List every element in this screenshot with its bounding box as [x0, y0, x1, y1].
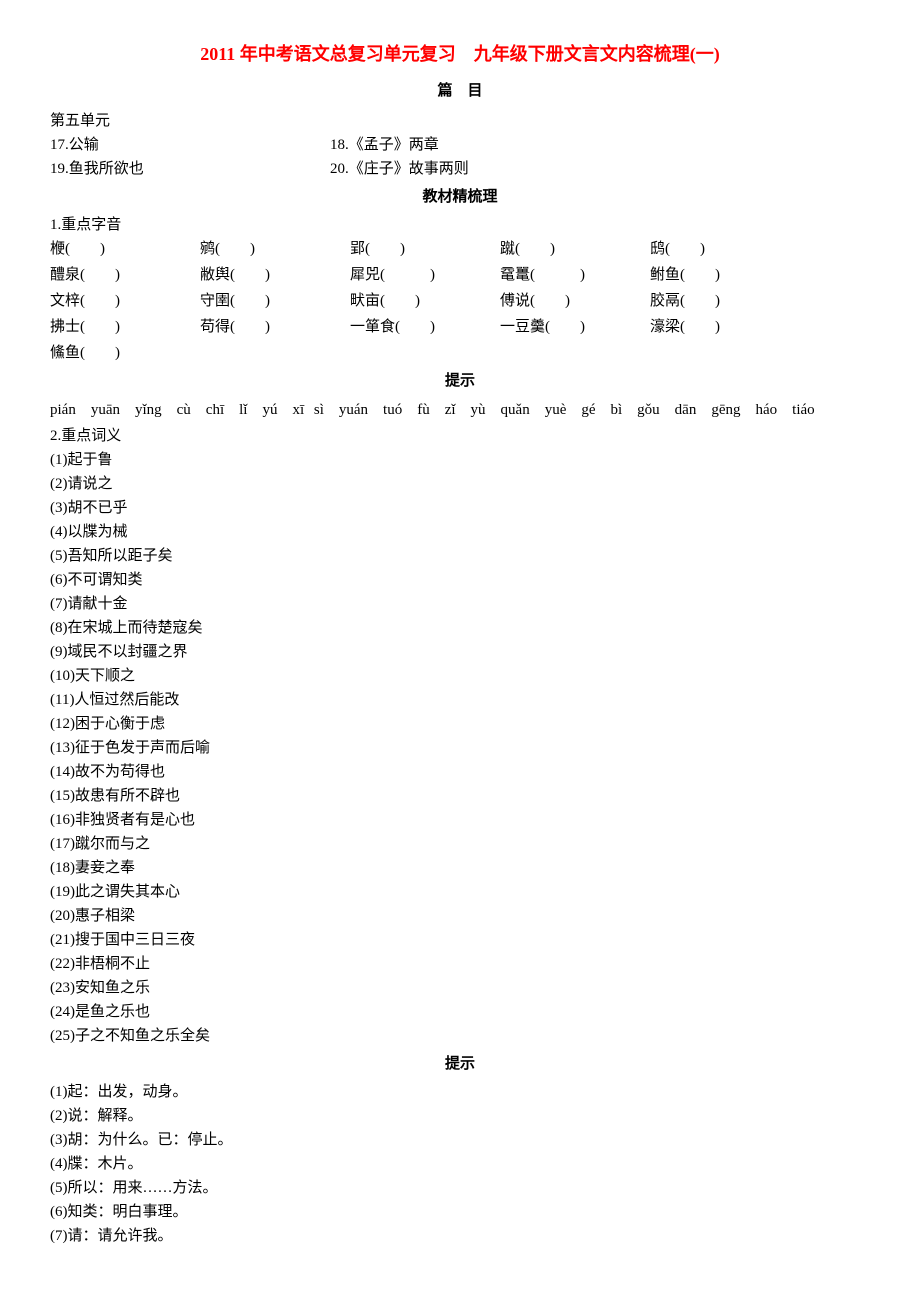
list-item: (6)知类：明白事理。 [50, 1200, 870, 1224]
phon-cell: 犀兕( ) [350, 263, 500, 287]
phon-cell: 一箪食( ) [350, 315, 500, 339]
phonetics-table: 楩( ) 鹓( ) 郢( ) 蹴( ) 鸱( ) 醴泉( ) 敝舆( ) 犀兕(… [50, 237, 870, 365]
phon-cell [500, 341, 650, 365]
list-item: (24)是鱼之乐也 [50, 1000, 870, 1024]
list-item: (3)胡不已乎 [50, 496, 870, 520]
list-item: (13)征于色发于声而后喻 [50, 736, 870, 760]
phon-cell: 鹓( ) [200, 237, 350, 261]
catalog-heading: 篇 目 [50, 79, 870, 103]
phon-cell: 鲋鱼( ) [650, 263, 800, 287]
phon-cell: 畎亩( ) [350, 289, 500, 313]
list-item: (3)胡：为什么。已：停止。 [50, 1128, 870, 1152]
list-item: (1)起于鲁 [50, 448, 870, 472]
phon-cell: 鼋鼍( ) [500, 263, 650, 287]
phon-cell: 鯈鱼( ) [50, 341, 200, 365]
list-item: (4)牒：木片。 [50, 1152, 870, 1176]
list-item: (4)以牒为械 [50, 520, 870, 544]
list-item: (12)困于心衡于虑 [50, 712, 870, 736]
list-item: (5)吾知所以距子矣 [50, 544, 870, 568]
phon-cell: 一豆羹( ) [500, 315, 650, 339]
phon-cell: 郢( ) [350, 237, 500, 261]
list-item: (5)所以：用来……方法。 [50, 1176, 870, 1200]
toc-item: 20.《庄子》故事两则 [330, 157, 610, 181]
list-item: (2)说：解释。 [50, 1104, 870, 1128]
phon-cell: 守圉( ) [200, 289, 350, 313]
list-item: (8)在宋城上而待楚寇矣 [50, 616, 870, 640]
section-2-label: 2.重点词义 [50, 424, 870, 448]
list-item: (9)域民不以封疆之界 [50, 640, 870, 664]
list-item: (14)故不为苟得也 [50, 760, 870, 784]
toc-row: 19.鱼我所欲也 20.《庄子》故事两则 [50, 157, 870, 181]
unit-header: 第五单元 [50, 109, 870, 133]
pinyin-answers: pián yuān yǐng cù chī lǐ yú xī sì yuán t… [50, 397, 870, 424]
list-item: (7)请献十金 [50, 592, 870, 616]
phon-cell: 鸱( ) [650, 237, 800, 261]
list-item: (25)子之不知鱼之乐全矣 [50, 1024, 870, 1048]
list-item: (17)蹴尔而与之 [50, 832, 870, 856]
list-item: (1)起：出发，动身。 [50, 1080, 870, 1104]
list-item: (11)人恒过然后能改 [50, 688, 870, 712]
list-item: (6)不可谓知类 [50, 568, 870, 592]
list-item: (21)搜于国中三日三夜 [50, 928, 870, 952]
list-item: (7)请：请允许我。 [50, 1224, 870, 1248]
phon-cell [200, 341, 350, 365]
phon-cell: 楩( ) [50, 237, 200, 261]
phon-cell: 醴泉( ) [50, 263, 200, 287]
section-1-label: 1.重点字音 [50, 213, 870, 237]
phon-cell: 蹴( ) [500, 237, 650, 261]
list-item: (23)安知鱼之乐 [50, 976, 870, 1000]
phon-cell [350, 341, 500, 365]
phon-cell: 胶鬲( ) [650, 289, 800, 313]
vocab-list: (1)起于鲁 (2)请说之 (3)胡不已乎 (4)以牒为械 (5)吾知所以距子矣… [50, 448, 870, 1048]
section-refine-heading: 教材精梳理 [50, 185, 870, 209]
phon-cell: 濠梁( ) [650, 315, 800, 339]
list-item: (19)此之谓失其本心 [50, 880, 870, 904]
phon-cell: 傅说( ) [500, 289, 650, 313]
phon-cell: 敝舆( ) [200, 263, 350, 287]
phon-cell: 文梓( ) [50, 289, 200, 313]
toc-row: 17.公输 18.《孟子》两章 [50, 133, 870, 157]
list-item: (22)非梧桐不止 [50, 952, 870, 976]
list-item: (18)妻妾之奉 [50, 856, 870, 880]
phon-cell: 苟得( ) [200, 315, 350, 339]
toc-item: 19.鱼我所欲也 [50, 157, 330, 181]
hint-heading-2: 提示 [50, 1052, 870, 1076]
hint-heading-1: 提示 [50, 369, 870, 393]
list-item: (20)惠子相梁 [50, 904, 870, 928]
phon-cell: 拂士( ) [50, 315, 200, 339]
list-item: (2)请说之 [50, 472, 870, 496]
toc-item: 17.公输 [50, 133, 330, 157]
toc-item: 18.《孟子》两章 [330, 133, 610, 157]
list-item: (16)非独贤者有是心也 [50, 808, 870, 832]
answers-list: (1)起：出发，动身。 (2)说：解释。 (3)胡：为什么。已：停止。 (4)牒… [50, 1080, 870, 1248]
list-item: (10)天下顺之 [50, 664, 870, 688]
list-item: (15)故患有所不辟也 [50, 784, 870, 808]
page-title: 2011 年中考语文总复习单元复习 九年级下册文言文内容梳理(一) [50, 40, 870, 69]
phon-cell [650, 341, 800, 365]
